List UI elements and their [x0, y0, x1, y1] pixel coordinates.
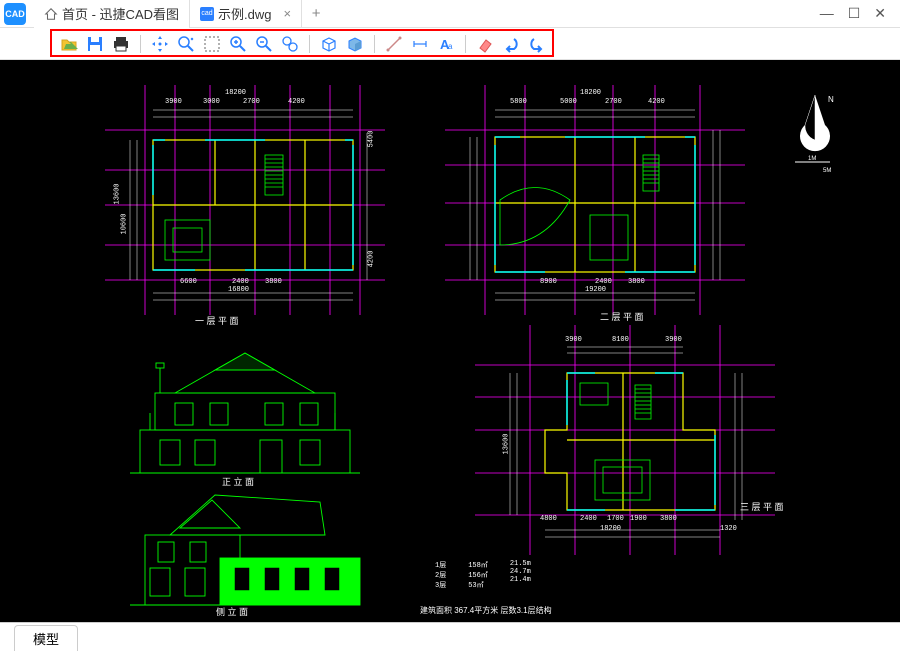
dim-text: 2400: [232, 278, 249, 286]
open-button[interactable]: [58, 33, 80, 55]
window-controls: — ☐ ✕: [820, 5, 896, 22]
close-button[interactable]: ✕: [874, 5, 886, 22]
new-tab-button[interactable]: +: [302, 5, 330, 22]
zoom-window-button[interactable]: [201, 33, 223, 55]
dim-text: 8100: [612, 336, 629, 344]
svg-text:N: N: [828, 95, 834, 104]
dim-text: 1700: [607, 515, 624, 523]
dim-text: 18200: [580, 89, 601, 97]
dim-text: 19200: [585, 286, 606, 294]
cad-file-icon: cad: [200, 7, 214, 21]
minimize-button[interactable]: —: [820, 5, 834, 22]
3d-wireframe-button[interactable]: [318, 33, 340, 55]
dim-text: 4200: [648, 98, 665, 106]
zoom-in-button[interactable]: [227, 33, 249, 55]
dim-text: 3900: [565, 336, 582, 344]
title-bar: CAD 首页 - 迅捷CAD看图 cad 示例.dwg × + — ☐ ✕: [0, 0, 900, 28]
dim-text: 13600: [503, 433, 511, 454]
dim-text: 18200: [600, 525, 621, 533]
bottom-tab-bar: 模型: [0, 622, 900, 650]
undo-button[interactable]: [500, 33, 522, 55]
print-button[interactable]: [110, 33, 132, 55]
redo-button[interactable]: [526, 33, 548, 55]
compass-icon: N 1M 5M: [790, 90, 840, 180]
svg-text:1M: 1M: [808, 156, 816, 162]
maximize-button[interactable]: ☐: [848, 5, 861, 22]
elevation-side: [120, 480, 370, 610]
dim-text: 2400: [595, 278, 612, 286]
zoom-out-button[interactable]: [253, 33, 275, 55]
dim-text: 18200: [225, 89, 246, 97]
dim-text: 13600: [114, 183, 122, 204]
dim-text: 1900: [630, 515, 647, 523]
save-button[interactable]: [84, 33, 106, 55]
plan-3-label: 三 层 平 面: [740, 500, 784, 513]
plan-2-label: 二 层 平 面: [600, 310, 644, 323]
floor-plan-3: [475, 325, 775, 555]
model-tab[interactable]: 模型: [14, 625, 78, 651]
tab-file-label: 示例.dwg: [218, 4, 271, 23]
home-icon: [44, 7, 58, 21]
dim-text: 10600: [121, 213, 129, 234]
dim-text: 3900: [165, 98, 182, 106]
erase-button[interactable]: [474, 33, 496, 55]
dim-text: 4200: [288, 98, 305, 106]
dim-text: 3800: [660, 515, 677, 523]
dim-text: 2400: [580, 515, 597, 523]
dim-text: 5800: [510, 98, 527, 106]
pan-button[interactable]: [149, 33, 171, 55]
dim-text: 4200: [367, 251, 375, 268]
dim-text: 5000: [560, 98, 577, 106]
tab-file[interactable]: cad 示例.dwg ×: [190, 0, 302, 28]
3d-shaded-button[interactable]: [344, 33, 366, 55]
info-text: 建筑面积 367.4平方米 层数3.1层结构: [420, 605, 552, 616]
dim-text: 16800: [228, 286, 249, 294]
text-button[interactable]: Aa: [435, 33, 457, 55]
elevation-front: [120, 335, 370, 480]
elev-2-label: 侧 立 面: [216, 605, 248, 618]
tab-home[interactable]: 首页 - 迅捷CAD看图: [34, 0, 190, 28]
toolbar: Aa: [0, 28, 900, 60]
dim-text: 6600: [180, 278, 197, 286]
drawing-canvas[interactable]: N 1M 5M: [0, 60, 900, 622]
dim-text: 4800: [540, 515, 557, 523]
zoom-realtime-button[interactable]: [279, 33, 301, 55]
dim-text: 1320: [720, 525, 737, 533]
dim-text: 3900: [665, 336, 682, 344]
dim-text: 3000: [203, 98, 220, 106]
dim-text: 3800: [265, 278, 282, 286]
tab-home-label: 首页 - 迅捷CAD看图: [62, 4, 179, 23]
plan-1-label: 一 层 平 面: [195, 314, 239, 327]
dim-text: 2700: [605, 98, 622, 106]
dim-text: 3800: [628, 278, 645, 286]
svg-text:a: a: [448, 42, 453, 51]
dim-text: 2700: [243, 98, 260, 106]
tab-close-button[interactable]: ×: [283, 6, 291, 21]
dim-text: 8900: [540, 278, 557, 286]
measure-dim-button[interactable]: [409, 33, 431, 55]
elev-1-label: 正 立 面: [222, 475, 254, 488]
dim-text: 5400: [367, 131, 375, 148]
measure-line-button[interactable]: [383, 33, 405, 55]
svg-text:5M: 5M: [823, 168, 831, 174]
info-table: 1层2层3层 158㎡156㎡53㎡ 21.5m24.7m21.4m: [435, 560, 531, 590]
app-logo-icon: CAD: [4, 3, 26, 25]
zoom-extents-button[interactable]: [175, 33, 197, 55]
